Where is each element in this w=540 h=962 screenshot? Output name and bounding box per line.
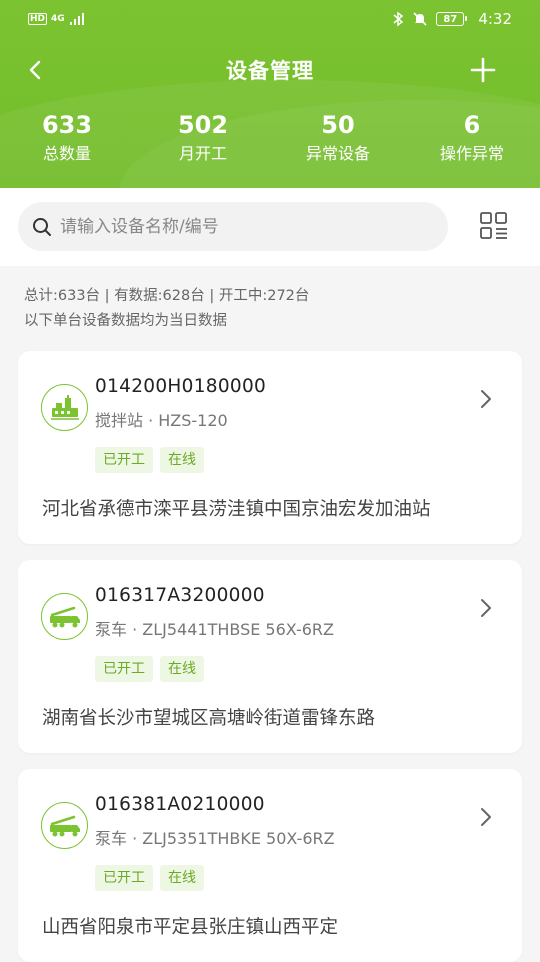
device-type: 搅拌站 · HZS-120 xyxy=(95,411,228,430)
device-card[interactable]: 016317A3200000 泵车 · ZLJ5441THBSE 56X-6RZ… xyxy=(18,560,522,753)
status-badge: 已开工 xyxy=(95,656,153,682)
stat-label: 异常设备 xyxy=(305,144,370,163)
device-id: 016381A0210000 xyxy=(95,794,265,815)
pump-truck-icon xyxy=(41,802,88,849)
status-tags: 已开工 在线 xyxy=(95,865,204,891)
stat-label: 月开工 xyxy=(178,144,227,163)
mute-bell-icon xyxy=(413,12,427,26)
app-header: HD 4G 87 4:32 设备管理 633 总数量 502 月开工 50 异常… xyxy=(0,0,540,188)
stat-operation-abnormal[interactable]: 6 操作异常 xyxy=(430,110,514,166)
back-button[interactable] xyxy=(22,56,50,84)
device-type: 泵车 · ZLJ5351THBKE 50X-6RZ xyxy=(95,829,335,848)
stats-row: 633 总数量 502 月开工 50 异常设备 6 操作异常 xyxy=(0,110,540,180)
stat-value: 50 xyxy=(321,111,355,139)
search-input[interactable] xyxy=(60,216,420,237)
network-type: 4G xyxy=(51,14,65,24)
stat-value: 502 xyxy=(177,111,229,139)
stat-monthly[interactable]: 502 月开工 xyxy=(166,110,240,166)
stat-label: 操作异常 xyxy=(439,144,504,163)
status-badge: 已开工 xyxy=(95,447,153,473)
summary-line: 以下单台设备数据均为当日数据 xyxy=(24,313,227,329)
status-tags: 已开工 在线 xyxy=(95,447,204,473)
status-badge: 在线 xyxy=(160,447,204,473)
chevron-right-icon[interactable] xyxy=(476,387,496,411)
title-bar: 设备管理 xyxy=(0,46,540,94)
status-right: 87 4:32 xyxy=(392,10,512,28)
device-card[interactable]: 016381A0210000 泵车 · ZLJ5351THBKE 50X-6RZ… xyxy=(18,769,522,962)
mixing-station-icon xyxy=(41,384,88,431)
status-badge: 在线 xyxy=(160,865,204,891)
add-device-button[interactable] xyxy=(468,55,498,85)
summary-text: 总计:633台 | 有数据:628台 | 开工中:272台 以下单台设备数据均为… xyxy=(24,284,524,334)
device-type: 泵车 · ZLJ5441THBSE 56X-6RZ xyxy=(95,620,334,639)
page-title: 设备管理 xyxy=(226,59,314,83)
summary-line: 总计:633台 | 有数据:628台 | 开工中:272台 xyxy=(24,288,310,304)
stat-abnormal-devices[interactable]: 50 异常设备 xyxy=(296,110,380,166)
status-badge: 已开工 xyxy=(95,865,153,891)
stat-value: 6 xyxy=(463,111,481,139)
device-card[interactable]: 014200H0180000 搅拌站 · HZS-120 已开工 在线 河北省承… xyxy=(18,351,522,544)
device-address: 山西省阳泉市平定县张庄镇山西平定 xyxy=(42,917,339,938)
search-icon xyxy=(33,217,51,236)
clock: 4:32 xyxy=(478,10,512,28)
grid-view-icon[interactable] xyxy=(478,210,510,242)
search-area xyxy=(0,188,540,266)
signal-icon xyxy=(69,13,84,25)
pump-truck-icon xyxy=(41,593,88,640)
status-badge: 在线 xyxy=(160,656,204,682)
stat-label: 总数量 xyxy=(42,144,91,163)
search-box[interactable] xyxy=(18,202,448,251)
hd-indicator: HD xyxy=(28,13,48,25)
stat-total[interactable]: 633 总数量 xyxy=(30,110,104,166)
stat-value: 633 xyxy=(41,111,93,139)
status-tags: 已开工 在线 xyxy=(95,656,204,682)
device-id: 016317A3200000 xyxy=(95,585,265,606)
device-address: 河北省承德市滦平县涝洼镇中国京油宏发加油站 xyxy=(42,499,431,520)
battery-icon: 87 xyxy=(436,12,468,26)
device-id: 014200H0180000 xyxy=(95,376,267,397)
chevron-right-icon[interactable] xyxy=(476,596,496,620)
device-address: 湖南省长沙市望城区高塘岭街道雷锋东路 xyxy=(42,708,376,729)
bluetooth-icon xyxy=(393,11,404,27)
chevron-right-icon[interactable] xyxy=(476,805,496,829)
status-bar: HD 4G 87 4:32 xyxy=(0,0,540,38)
status-left: HD 4G xyxy=(28,13,85,25)
